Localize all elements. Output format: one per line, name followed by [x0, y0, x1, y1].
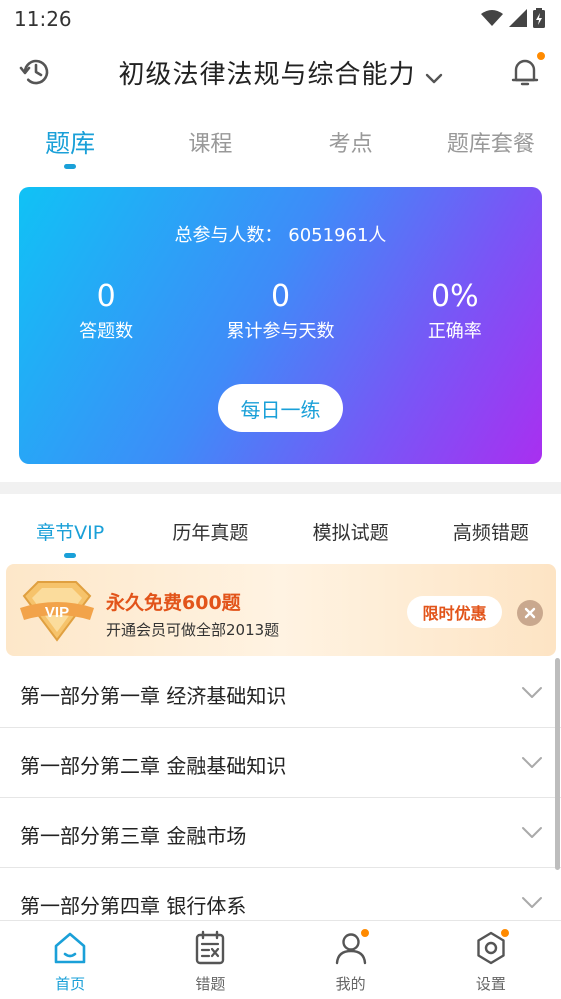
- nav-label: 设置: [475, 975, 506, 993]
- battery-icon: [533, 8, 545, 28]
- list-scrollbar[interactable]: [555, 658, 560, 870]
- chevron-down-icon: [522, 827, 542, 838]
- stat-value: 0%: [431, 279, 479, 314]
- stat-value: 0: [270, 279, 291, 314]
- status-icons: [481, 8, 545, 28]
- signal-icon: [509, 9, 527, 27]
- stat-accuracy: 0% 正确率: [368, 279, 542, 343]
- stats-card: 总参与人数： 6051961人 0 答题数 0 累计参与天数 0% 正确率 每日…: [19, 187, 542, 464]
- notification-badge: [535, 50, 547, 62]
- subtab-mock-exams[interactable]: 模拟试题: [281, 500, 421, 562]
- tab-question-bank[interactable]: 题库: [0, 112, 140, 172]
- banner-subline: 开通会员可做全部2013题: [106, 621, 280, 639]
- settings-badge: [498, 927, 511, 939]
- stat-days: 0 累计参与天数: [193, 279, 367, 343]
- limited-offer-button[interactable]: 限时优惠: [407, 596, 502, 628]
- status-bar: 11:26: [0, 0, 561, 38]
- nav-wrong-questions[interactable]: 错题: [140, 921, 280, 999]
- page-title: 初级法律法规与综合能力: [118, 60, 416, 90]
- nav-home[interactable]: 首页: [0, 921, 140, 999]
- nav-label: 首页: [55, 975, 86, 993]
- tab-label: 课程: [188, 132, 233, 157]
- chapter-row[interactable]: 第一部分第二章 金融基础知识: [0, 728, 561, 798]
- notification-button[interactable]: [507, 50, 547, 90]
- subtab-label: 章节VIP: [36, 522, 105, 544]
- subtab-label: 高频错题: [452, 522, 529, 544]
- tab-label: 考点: [328, 132, 373, 157]
- banner-headline: 永久免费600题: [106, 592, 241, 614]
- banner-close-button[interactable]: [517, 600, 543, 626]
- vip-badge-icon: VIP: [20, 581, 94, 642]
- subject-selector[interactable]: 初级法律法规与综合能力: [0, 54, 561, 91]
- stats-row: 0 答题数 0 累计参与天数 0% 正确率: [19, 279, 542, 343]
- wifi-icon: [481, 10, 503, 26]
- subtab-frequent-errors[interactable]: 高频错题: [421, 500, 561, 562]
- close-icon: [524, 607, 536, 619]
- subtab-past-exams[interactable]: 历年真题: [140, 500, 280, 562]
- chapter-row[interactable]: 第一部分第一章 经济基础知识: [0, 658, 561, 728]
- tab-label: 题库套餐: [446, 132, 535, 157]
- tab-packages[interactable]: 题库套餐: [421, 112, 561, 172]
- vip-badge-text: VIP: [45, 604, 69, 621]
- subtab-chapter-vip[interactable]: 章节VIP: [0, 500, 140, 562]
- tab-label: 题库: [45, 129, 96, 158]
- tab-key-points[interactable]: 考点: [281, 112, 421, 172]
- chapter-row[interactable]: 第一部分第三章 金融市场: [0, 798, 561, 868]
- stat-answered: 0 答题数: [19, 279, 193, 343]
- stat-value: 0: [96, 279, 116, 314]
- home-icon: [54, 932, 86, 964]
- subtab-label: 历年真题: [172, 522, 249, 544]
- tab-indicator: [64, 164, 77, 169]
- status-time: 11:26: [14, 7, 72, 31]
- app-screen: 11:26 初级法律法规与综合能力 题库 课程 考点 题库套餐 总参与人数： 6…: [0, 0, 561, 999]
- header: 初级法律法规与综合能力: [0, 40, 561, 104]
- subtab-indicator: [64, 553, 77, 558]
- chapter-title: 第一部分第四章 银行体系: [20, 894, 247, 918]
- subtab-label: 模拟试题: [312, 522, 389, 544]
- nav-settings[interactable]: 设置: [421, 921, 561, 999]
- chapter-row[interactable]: 第一部分第四章 银行体系: [0, 868, 561, 920]
- sub-tabs: 章节VIP 历年真题 模拟试题 高频错题: [0, 500, 561, 562]
- chevron-down-icon: [425, 73, 442, 83]
- chevron-down-icon: [522, 897, 542, 908]
- chapter-title: 第一部分第一章 经济基础知识: [20, 684, 287, 708]
- vip-banner[interactable]: VIP 永久免费600题 开通会员可做全部2013题 限时优惠: [6, 564, 556, 656]
- top-tabs: 题库 课程 考点 题库套餐: [0, 112, 561, 172]
- stat-label: 正确率: [427, 321, 482, 342]
- tab-courses[interactable]: 课程: [140, 112, 280, 172]
- chapter-title: 第一部分第三章 金融市场: [20, 824, 247, 848]
- chapter-title: 第一部分第二章 金融基础知识: [20, 754, 287, 778]
- stat-label: 答题数: [79, 321, 134, 342]
- chevron-down-icon: [522, 687, 542, 698]
- bottom-nav: 首页 错题 我的 设置: [0, 920, 561, 999]
- nav-label: 错题: [195, 975, 226, 993]
- chevron-down-icon: [522, 757, 542, 768]
- daily-practice-button[interactable]: 每日一练: [218, 384, 343, 432]
- stat-label: 累计参与天数: [226, 321, 335, 342]
- wrong-questions-icon: [196, 930, 225, 965]
- total-participants: 总参与人数： 6051961人: [174, 225, 387, 246]
- chapter-list: 第一部分第一章 经济基础知识 第一部分第二章 金融基础知识 第一部分第三章 金融…: [0, 658, 561, 920]
- nav-profile[interactable]: 我的: [281, 921, 421, 999]
- section-divider: [0, 482, 561, 494]
- nav-label: 我的: [335, 975, 366, 993]
- profile-badge: [358, 927, 371, 939]
